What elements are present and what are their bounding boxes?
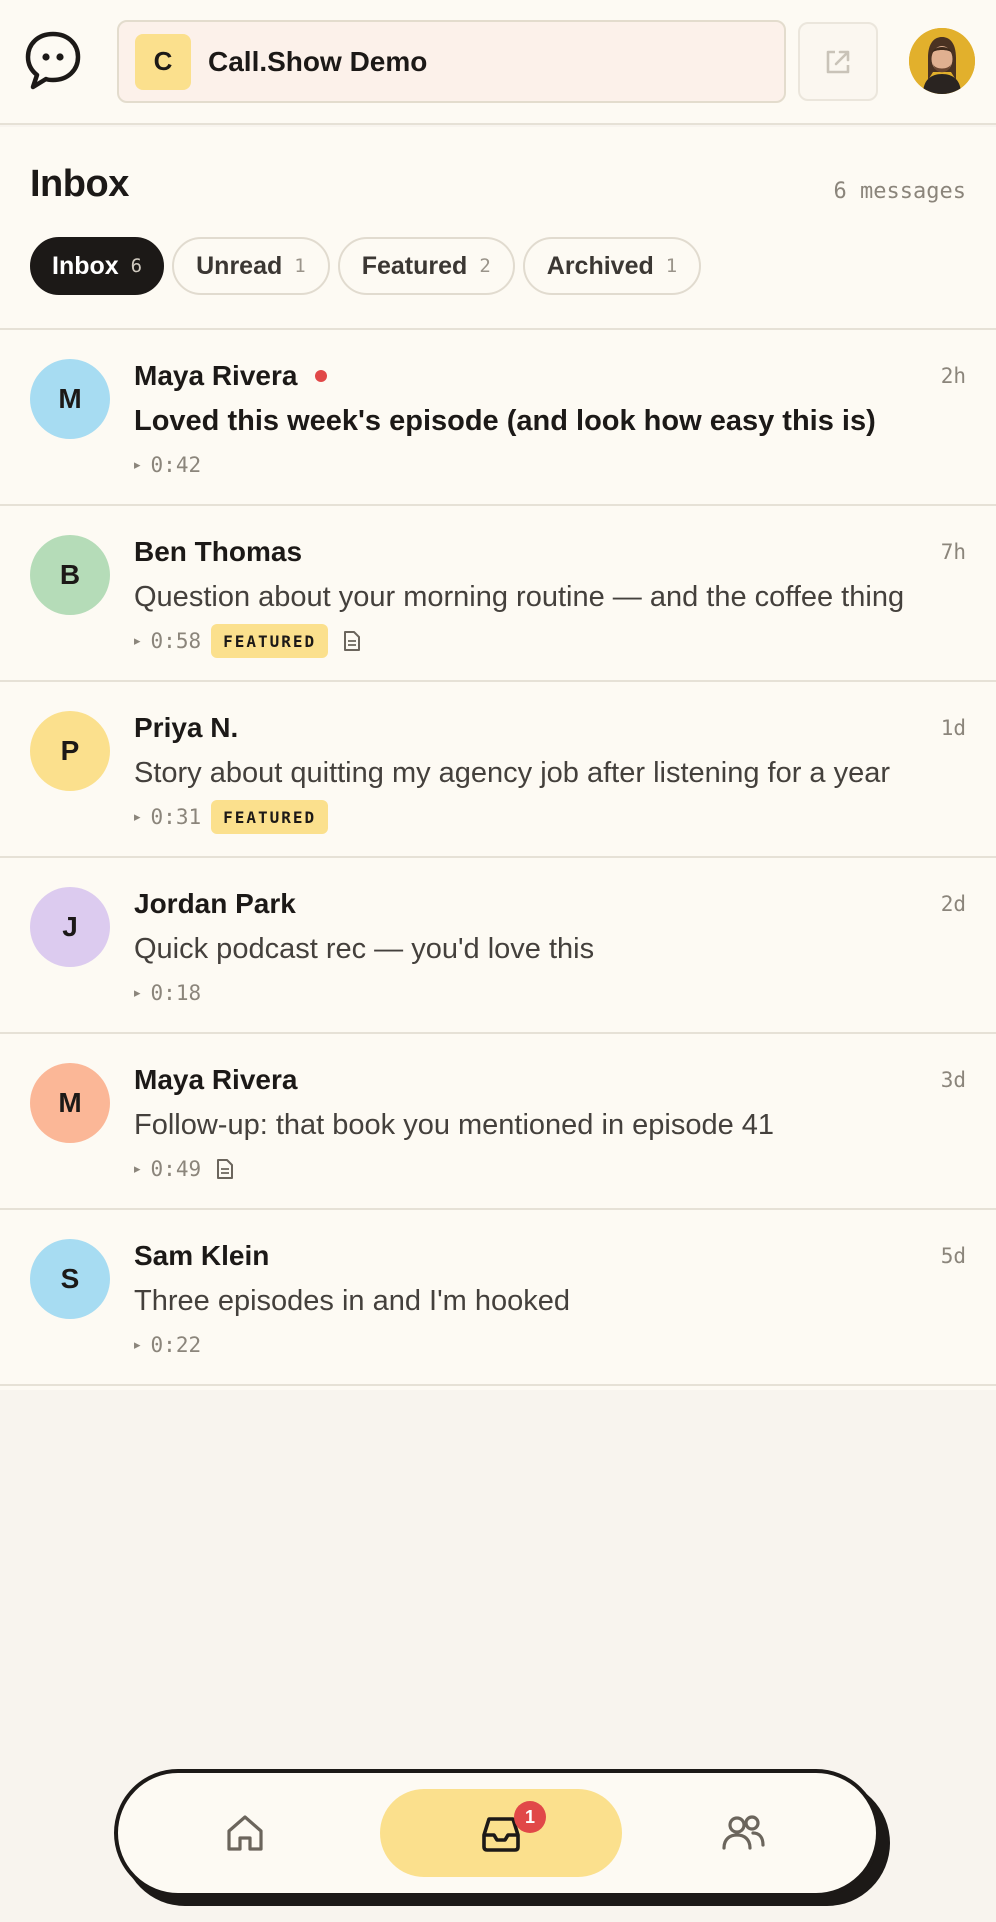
- message-time: 1d: [940, 716, 966, 740]
- tab-count: 6: [130, 255, 143, 277]
- audio-duration: 0:58: [150, 629, 202, 653]
- message-subject: Three episodes in and I'm hooked: [134, 1285, 570, 1317]
- audio-duration: 0:31: [150, 805, 202, 829]
- sender-name-wrap: Maya Rivera: [134, 1064, 297, 1096]
- tab-label: Archived: [546, 251, 654, 280]
- tab-featured[interactable]: Featured 2: [337, 237, 515, 295]
- tab-count: 1: [665, 255, 678, 277]
- message-subject: Question about your morning routine — an…: [134, 581, 905, 613]
- sender-avatar: P: [30, 711, 110, 791]
- message-meta: ▸ 0:18: [134, 976, 201, 1010]
- page-title: Inbox: [30, 163, 129, 205]
- tab-count: 1: [294, 255, 306, 277]
- tab-archived[interactable]: Archived 1: [522, 237, 702, 295]
- message-subject: Quick podcast rec — you'd love this: [134, 933, 595, 965]
- play-icon[interactable]: ▸: [134, 809, 141, 825]
- tab-unread[interactable]: Unread 1: [172, 237, 330, 295]
- play-icon[interactable]: ▸: [134, 1337, 141, 1353]
- transcript-icon: [342, 630, 362, 652]
- sender-name-wrap: Maya Rivera: [134, 360, 328, 392]
- transcript-icon: [215, 1158, 235, 1180]
- message-time: 7h: [940, 540, 966, 564]
- message-count: 6 messages: [833, 179, 966, 204]
- sender-name: Jordan Park: [134, 888, 296, 919]
- sender-name: Maya Rivera: [134, 1064, 298, 1095]
- audio-duration: 0:18: [150, 981, 202, 1005]
- message-time: 3d: [940, 1068, 966, 1092]
- featured-badge: FEATURED: [211, 624, 329, 658]
- message-meta: ▸ 0:42: [134, 448, 201, 482]
- sender-name: Sam Klein: [134, 1240, 270, 1271]
- home-icon: [227, 1815, 263, 1851]
- unread-dot: [315, 370, 328, 382]
- message-time: 2h: [940, 364, 966, 388]
- open-external-button[interactable]: [798, 22, 878, 101]
- message-meta: ▸ 0:22: [134, 1328, 201, 1362]
- inbox-notification-badge: 1: [514, 1801, 546, 1833]
- featured-badge: FEATURED: [211, 800, 329, 834]
- message-time: 5d: [940, 1244, 966, 1268]
- play-icon[interactable]: ▸: [134, 633, 141, 649]
- message-meta: ▸ 0:49: [134, 1152, 235, 1186]
- message-row[interactable]: S Sam Klein 5d Three episodes in and I'm…: [0, 1210, 996, 1386]
- show-initial-badge: C: [135, 33, 191, 90]
- sender-name-wrap: Priya N.: [134, 712, 238, 744]
- show-selector[interactable]: C Call.Show Demo: [117, 20, 786, 103]
- sender-avatar: M: [30, 1063, 110, 1143]
- sender-name: Maya Rivera: [134, 360, 298, 391]
- show-name: Call.Show Demo: [208, 45, 428, 77]
- audio-duration: 0:42: [150, 453, 202, 477]
- top-bar: C Call.Show Demo: [0, 0, 996, 125]
- tab-inbox[interactable]: Inbox 6: [30, 237, 165, 295]
- tab-count: 2: [479, 255, 491, 277]
- message-time: 2d: [940, 892, 966, 916]
- message-list: M Maya Rivera 2h Loved this week's episo…: [0, 328, 996, 1386]
- external-link-icon: [826, 50, 850, 73]
- play-icon[interactable]: ▸: [134, 985, 141, 1001]
- nav-home-button[interactable]: [190, 1789, 300, 1877]
- sender-name-wrap: Jordan Park: [134, 888, 296, 920]
- message-row[interactable]: M Maya Rivera 3d Follow-up: that book yo…: [0, 1034, 996, 1210]
- message-row[interactable]: M Maya Rivera 2h Loved this week's episo…: [0, 330, 996, 506]
- sender-avatar: B: [30, 535, 110, 615]
- tab-label: Featured: [361, 251, 468, 280]
- audio-duration: 0:49: [150, 1157, 202, 1181]
- message-row[interactable]: P Priya N. 1d Story about quitting my ag…: [0, 682, 996, 858]
- message-meta: ▸ 0:58 FEATURED: [134, 624, 362, 658]
- nav-people-button[interactable]: [688, 1789, 798, 1877]
- message-row[interactable]: B Ben Thomas 7h Question about your morn…: [0, 506, 996, 682]
- tab-label: Inbox: [52, 251, 119, 280]
- user-avatar[interactable]: [909, 28, 975, 94]
- tab-label: Unread: [196, 251, 283, 280]
- message-meta: ▸ 0:31 FEATURED: [134, 800, 329, 834]
- filter-tabs: Inbox 6 Unread 1 Featured 2 Archived 1: [30, 237, 702, 295]
- message-subject: Follow-up: that book you mentioned in ep…: [134, 1109, 775, 1141]
- play-icon[interactable]: ▸: [134, 1161, 141, 1177]
- audio-duration: 0:22: [150, 1333, 202, 1357]
- chat-bubble-logo-icon[interactable]: [24, 30, 82, 92]
- sender-name: Ben Thomas: [134, 536, 303, 567]
- message-subject: Story about quitting my agency job after…: [134, 757, 891, 789]
- sender-name-wrap: Ben Thomas: [134, 536, 302, 568]
- people-icon: [722, 1815, 765, 1850]
- sender-avatar: J: [30, 887, 110, 967]
- nav-inbox-button[interactable]: 1: [380, 1789, 622, 1877]
- bottom-nav: 1: [114, 1769, 880, 1897]
- message-row[interactable]: J Jordan Park 2d Quick podcast rec — you…: [0, 858, 996, 1034]
- message-subject: Loved this week's episode (and look how …: [134, 405, 876, 437]
- sender-avatar: S: [30, 1239, 110, 1319]
- sender-name: Priya N.: [134, 712, 239, 743]
- play-icon[interactable]: ▸: [134, 457, 141, 473]
- sender-avatar: M: [30, 359, 110, 439]
- sender-name-wrap: Sam Klein: [134, 1240, 269, 1272]
- inbox-panel: Inbox 6 messages Inbox 6 Unread 1 Featur…: [0, 127, 996, 1390]
